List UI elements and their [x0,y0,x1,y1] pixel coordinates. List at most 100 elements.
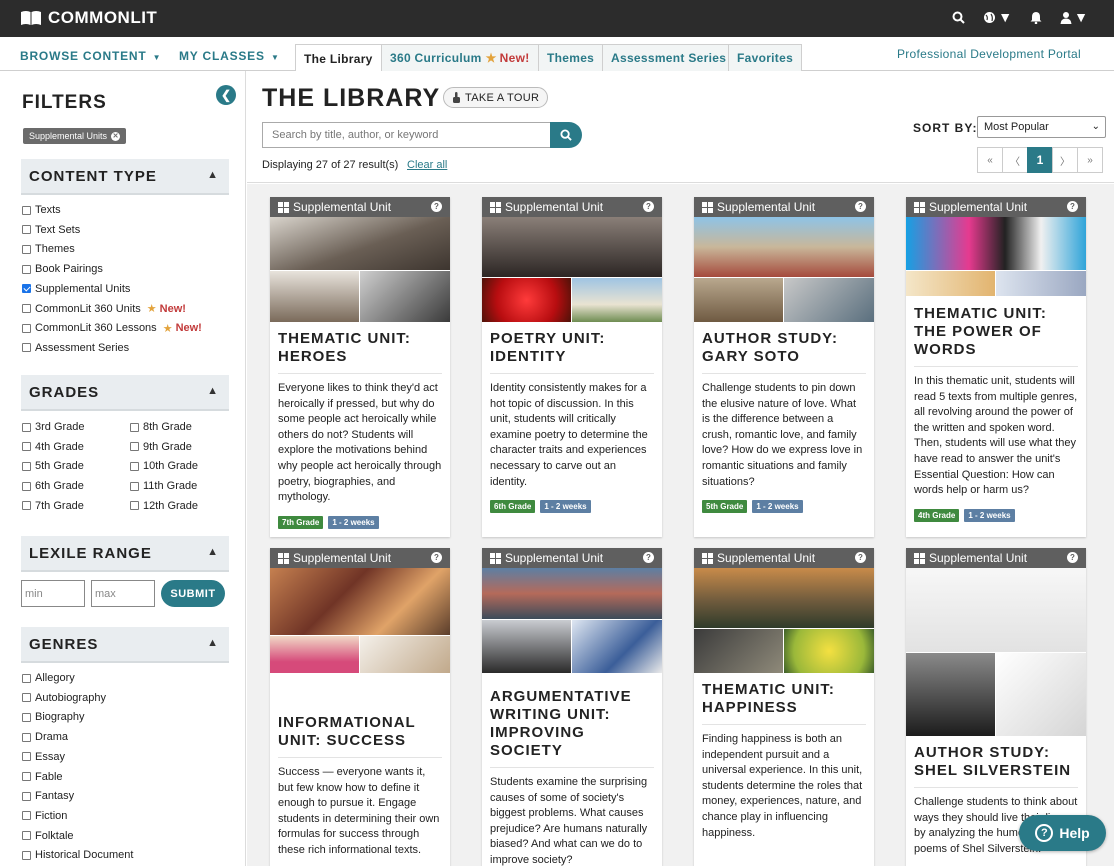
checkbox[interactable] [22,225,31,235]
checkbox[interactable] [22,481,31,491]
checkbox[interactable] [22,422,31,432]
checkbox[interactable] [22,772,31,781]
genre-option[interactable]: Folktale [22,829,74,843]
card-title[interactable]: AUTHOR STUDY: SHEL SILVERSTEIN [914,736,1078,788]
lexile-max-input[interactable]: max [91,580,155,607]
genre-option[interactable]: Autobiography [22,691,106,705]
question-icon[interactable]: ? [1067,201,1078,212]
card-image-collage[interactable] [906,568,1086,736]
unit-card[interactable]: Supplemental Unit? THEMATIC UNIT: HAPPINES… [694,548,874,866]
last-page-button[interactable]: » [1077,147,1103,173]
content-type-option[interactable]: Book Pairings [22,262,103,276]
card-title[interactable]: THEMATIC UNIT: HAPPINESS [702,673,866,725]
question-icon[interactable]: ? [643,552,654,563]
content-type-option[interactable]: CommonLit 360 Lessons ★ New! [22,321,202,335]
checkbox[interactable] [22,811,31,821]
checkbox[interactable] [22,712,31,722]
checkbox[interactable] [130,501,139,511]
grade-option[interactable]: 10th Grade [130,459,198,473]
checkbox[interactable] [22,693,31,703]
tab-assessment-series[interactable]: Assessment Series [602,44,736,71]
grade-option[interactable]: 6th Grade [22,479,84,493]
genre-option[interactable]: Allegory [22,671,75,685]
commonlit-logo[interactable]: COMMONLIT [20,8,157,28]
lexile-range-header[interactable]: LEXILE RANGE ▲ [21,536,229,572]
card-title[interactable]: THEMATIC UNIT: HEROES [278,322,442,374]
checkbox[interactable] [22,304,31,313]
card-title[interactable]: INFORMATIONAL UNIT: SUCCESS [278,706,442,758]
card-title[interactable]: POETRY UNIT: IDENTITY [490,322,654,374]
question-icon[interactable]: ? [1067,552,1078,563]
checkbox[interactable] [22,461,31,471]
globe-icon[interactable]: ▼ [983,9,1012,25]
checkbox[interactable] [22,323,31,333]
close-icon[interactable]: ✕ [111,131,121,141]
grade-option[interactable]: 5th Grade [22,459,84,473]
unit-card[interactable]: Supplemental Unit? POETRY UNIT: IDENTITY Id… [482,197,662,537]
checkbox[interactable] [22,244,31,254]
content-type-option[interactable]: CommonLit 360 Units ★ New! [22,302,186,316]
take-a-tour-button[interactable]: TAKE A TOUR [443,87,549,108]
unit-card[interactable]: Supplemental Unit? INFORMATIONAL UNIT: SUC… [270,548,450,866]
checkbox[interactable] [22,284,31,294]
question-icon[interactable]: ? [855,552,866,563]
unit-card[interactable]: Supplemental Unit? THEMATIC UNIT: HEROES Ev… [270,197,450,537]
checkbox[interactable] [22,501,31,511]
genre-option[interactable]: Drama [22,730,68,744]
genre-option[interactable]: Essay [22,750,65,764]
checkbox[interactable] [22,205,31,215]
unit-card[interactable]: Supplemental Unit? THEMATIC UNIT: THE POWE… [906,197,1086,537]
lexile-min-input[interactable]: min [21,580,85,607]
active-filter-chip[interactable]: Supplemental Units ✕ [23,128,127,144]
genre-option[interactable]: Biography [22,710,85,724]
content-type-header[interactable]: CONTENT TYPE ▲ [21,159,229,195]
bell-icon[interactable] [1030,11,1042,24]
search-button[interactable] [550,122,582,148]
card-title[interactable]: THEMATIC UNIT: THE POWER OF WORDS [914,297,1078,367]
help-button[interactable]: ? Help [1019,815,1106,851]
checkbox[interactable] [22,732,31,742]
genre-option[interactable]: Fiction [22,809,67,823]
card-image-collage[interactable] [270,217,450,322]
grades-header[interactable]: GRADES ▲ [21,375,229,411]
checkbox[interactable] [130,481,139,491]
card-image-collage[interactable] [482,568,662,680]
checkbox[interactable] [22,264,31,274]
checkbox[interactable] [130,461,139,471]
grade-option[interactable]: 8th Grade [130,420,192,434]
content-type-option[interactable]: Assessment Series [22,341,129,355]
professional-development-link[interactable]: Professional Development Portal [897,47,1081,61]
checkbox[interactable] [22,831,31,841]
grade-option[interactable]: 7th Grade [22,499,84,513]
checkbox[interactable] [22,791,31,801]
question-icon[interactable]: ? [431,552,442,563]
lexile-submit-button[interactable]: SUBMIT [161,580,225,607]
content-type-option[interactable]: Themes [22,242,75,256]
search-input[interactable]: Search by title, author, or keyword [262,122,551,148]
grade-option[interactable]: 9th Grade [130,440,192,454]
first-page-button[interactable]: « [977,147,1003,173]
checkbox[interactable] [22,442,31,452]
question-icon[interactable]: ? [643,201,654,212]
unit-card[interactable]: Supplemental Unit? AUTHOR STUDY: GARY SOTO… [694,197,874,537]
grade-option[interactable]: 4th Grade [22,440,84,454]
content-type-option[interactable]: Text Sets [22,223,80,237]
grade-option[interactable]: 3rd Grade [22,420,85,434]
checkbox[interactable] [22,343,31,353]
next-page-button[interactable]: 〉 [1052,147,1078,173]
unit-card[interactable]: Supplemental Unit? ARGUMENTATIVE WRITING U… [482,548,662,866]
tab-360-curriculum[interactable]: 360 Curriculum ★ New! [381,44,539,71]
genre-option[interactable]: Historical Document [22,848,133,862]
grade-option[interactable]: 12th Grade [130,499,198,513]
browse-content-menu[interactable]: BROWSE CONTENT ▼ [20,49,161,63]
checkbox[interactable] [130,442,139,452]
current-page-button[interactable]: 1 [1027,147,1053,173]
content-type-option[interactable]: Supplemental Units [22,282,130,296]
clear-all-link[interactable]: Clear all [407,159,447,171]
question-icon[interactable]: ? [855,201,866,212]
card-image-collage[interactable] [694,568,874,673]
checkbox[interactable] [22,850,31,860]
checkbox[interactable] [130,422,139,432]
my-classes-menu[interactable]: MY CLASSES ▼ [179,49,280,63]
grade-option[interactable]: 11th Grade [130,479,197,493]
